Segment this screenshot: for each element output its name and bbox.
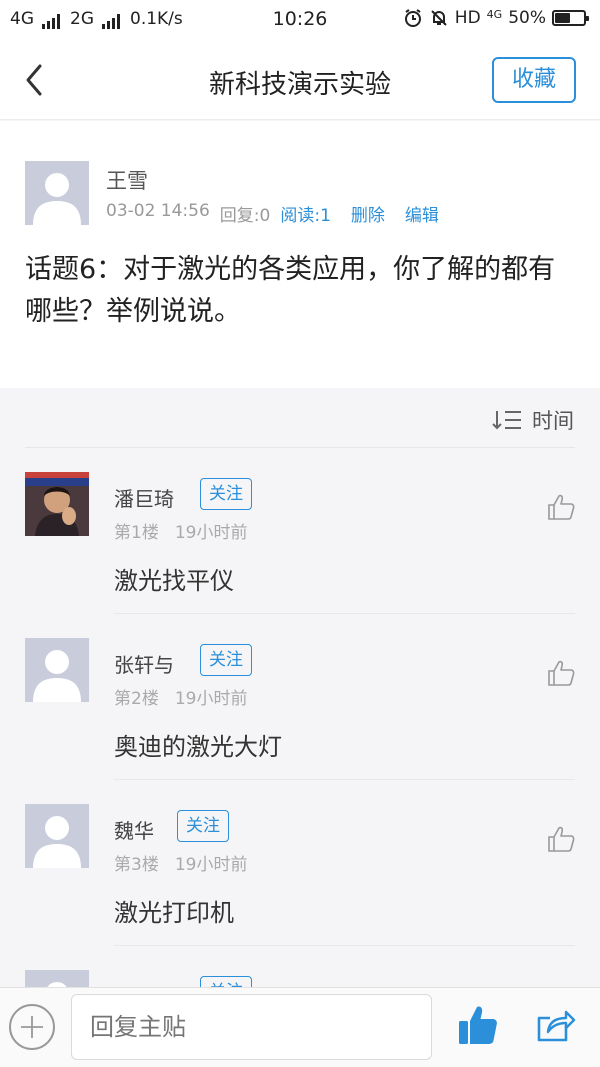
reply-author-name[interactable]: 魏华 — [114, 815, 154, 844]
reply-author-name[interactable]: 张轩与 — [114, 649, 174, 678]
reply-avatar[interactable] — [25, 472, 89, 536]
battery-percent: 50% — [508, 8, 546, 28]
reply-floor: 第3楼 — [114, 855, 159, 875]
post-datetime: 03-02 14:56 — [106, 201, 210, 221]
bottom-bar — [0, 987, 600, 1067]
hd-label: HD — [454, 8, 481, 28]
status-bar: 4G 2G 0.1K/s 10:26 HD 4G 50% — [0, 0, 600, 40]
sort-bar: 时间 — [0, 389, 600, 447]
reply-item: 张轩与 关注 第2楼 19小时前 奥迪的激光大灯 — [0, 614, 600, 780]
reply-meta: 第2楼 19小时前 — [114, 684, 247, 709]
reply-meta: 第1楼 19小时前 — [114, 518, 247, 543]
post-author[interactable]: 王雪 — [106, 165, 148, 195]
sort-toggle[interactable]: 时间 — [492, 405, 574, 435]
default-avatar-icon — [33, 816, 81, 868]
default-avatar-icon — [33, 173, 81, 225]
thumbs-up-icon[interactable] — [458, 1004, 498, 1046]
network-small-label: 4G — [486, 7, 503, 21]
mute-bell-icon — [431, 10, 447, 26]
reply-avatar[interactable] — [25, 638, 89, 702]
reply-time: 19小时前 — [174, 855, 248, 875]
delete-link[interactable]: 删除 — [351, 201, 385, 226]
post-reply-count: 回复:0 — [219, 206, 271, 226]
alarm-icon — [404, 9, 421, 27]
reply-input[interactable] — [71, 994, 432, 1060]
reply-meta: 第3楼 19小时前 — [114, 850, 247, 875]
post-body: 话题6：对于激光的各类应用，你了解的都有哪些？举例说说。 — [25, 254, 556, 327]
follow-button[interactable]: 关注 — [200, 478, 252, 510]
reply-text: 奥迪的激光大灯 — [114, 733, 282, 761]
thumbs-up-icon[interactable] — [546, 492, 576, 522]
edit-link[interactable]: 编辑 — [405, 201, 439, 226]
reply-author-name[interactable]: 潘巨琦 — [114, 483, 174, 512]
thumbs-up-icon[interactable] — [546, 824, 576, 854]
author-avatar[interactable] — [25, 161, 89, 225]
reply-item: 魏华 关注 第3楼 19小时前 激光打印机 — [0, 780, 600, 946]
reply-floor: 第1楼 — [114, 523, 159, 543]
sort-label: 时间 — [532, 409, 574, 433]
plus-icon[interactable] — [9, 1004, 55, 1050]
reply-text: 激光找平仪 — [114, 567, 234, 595]
reply-avatar[interactable] — [25, 804, 89, 868]
sort-icon — [492, 411, 521, 430]
user-photo-avatar — [25, 472, 89, 536]
post-read-count: 阅读:1 — [280, 206, 331, 226]
default-avatar-icon — [33, 650, 81, 702]
battery-icon — [552, 10, 589, 26]
reply-item: 潘巨琦 关注 第1楼 19小时前 激光找平仪 — [0, 448, 600, 614]
collect-button[interactable]: 收藏 — [492, 57, 576, 103]
follow-button[interactable]: 关注 — [177, 810, 229, 842]
reply-text: 激光打印机 — [114, 899, 234, 927]
reply-time: 19小时前 — [174, 689, 248, 709]
follow-button[interactable]: 关注 — [200, 644, 252, 676]
status-right: HD 4G 50% — [403, 7, 589, 28]
reply-time: 19小时前 — [174, 523, 248, 543]
share-icon[interactable] — [536, 1008, 576, 1044]
nav-bar: 新科技演示实验 收藏 — [0, 40, 600, 120]
thumbs-up-icon[interactable] — [546, 658, 576, 688]
app-screen: 4G 2G 0.1K/s 10:26 HD 4G 50% 新科技演示实验 收藏 … — [0, 0, 600, 1067]
main-post: 王雪 03-02 14:56 回复:0 阅读:1 删除 编辑 话题6：对于激光的… — [0, 121, 600, 388]
reply-floor: 第2楼 — [114, 689, 159, 709]
post-meta: 03-02 14:56 回复:0 阅读:1 删除 编辑 — [106, 201, 439, 226]
